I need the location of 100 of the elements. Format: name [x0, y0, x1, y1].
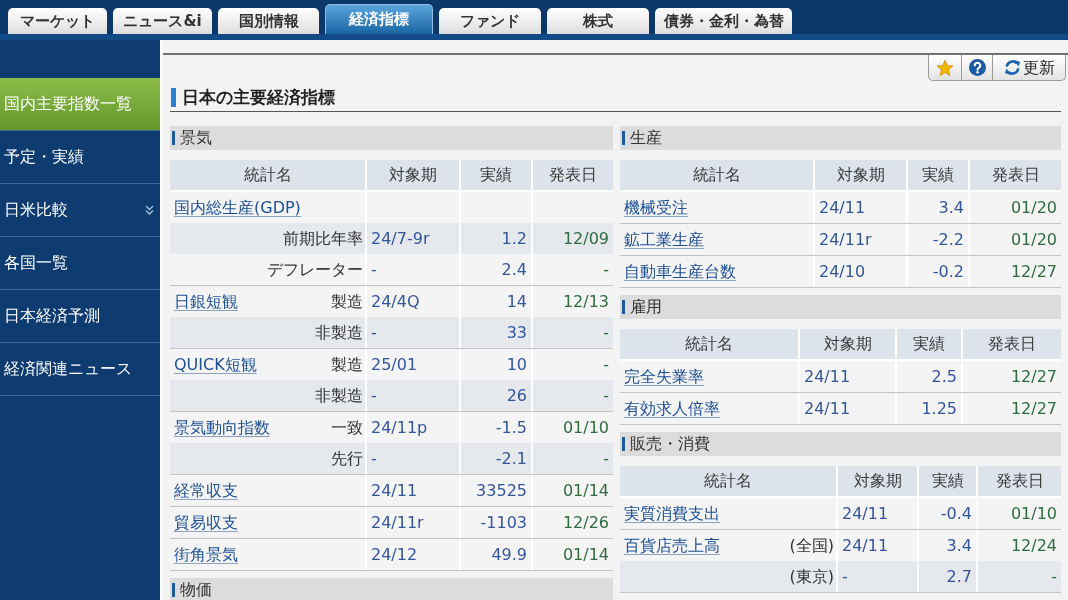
star-icon [937, 59, 953, 76]
section-title: 生産 [630, 129, 662, 147]
actual-value: 2.5 [931, 365, 957, 388]
release-date: - [603, 384, 609, 407]
column-header: 実績 [908, 160, 970, 190]
period-value: 24/7-9r [371, 227, 430, 250]
row-label: (東京) [789, 565, 834, 588]
stat-link[interactable]: 実質消費支出 [624, 501, 720, 526]
stat-link[interactable]: 貿易収支 [174, 510, 238, 535]
column-header: 実績 [919, 466, 978, 496]
release-date: 12/27 [1010, 397, 1057, 420]
actual-value: 33 [506, 321, 527, 344]
actual-value: 33525 [476, 479, 527, 502]
release-date: 01/14 [562, 543, 609, 566]
row-label: (全国) [789, 534, 834, 557]
period-value: - [371, 447, 377, 470]
release-date: - [603, 258, 609, 281]
release-date: 12/13 [562, 290, 609, 313]
actual-value: -0.2 [932, 260, 964, 283]
tab[interactable]: マーケット [8, 8, 107, 34]
stat-link[interactable]: QUICK短観 [174, 352, 257, 377]
period-value: 24/11 [371, 479, 418, 502]
stat-link[interactable]: 景気動向指数 [174, 415, 270, 440]
tab[interactable]: 株式 [547, 8, 649, 34]
row-label: デフレーター [267, 258, 363, 281]
period-value: 24/11p [371, 416, 428, 439]
period-value: 24/11r [371, 511, 424, 534]
actual-value: 26 [506, 384, 527, 407]
stat-link[interactable]: 鉱工業生産 [624, 227, 704, 252]
release-date: 01/20 [1010, 228, 1057, 251]
column-header: 実績 [897, 329, 963, 359]
actual-value: -1103 [480, 511, 527, 534]
tab[interactable]: ニュース&i [113, 8, 212, 34]
actual-value: 1.2 [501, 227, 527, 250]
section-title: 景気 [180, 129, 212, 147]
period-value: 24/10 [819, 260, 866, 283]
stat-link[interactable]: 完全失業率 [624, 364, 704, 389]
release-date: - [603, 321, 609, 344]
stat-link[interactable]: 機械受注 [624, 195, 688, 220]
release-date: 12/24 [1010, 534, 1057, 557]
row-label: 先行 [331, 447, 363, 470]
bar-marker-icon [172, 131, 175, 145]
column-header: 発表日 [978, 466, 1061, 496]
heading-marker-icon [171, 87, 176, 107]
column-header: 対象期 [800, 329, 897, 359]
actual-value: 3.4 [946, 534, 972, 557]
stat-link[interactable]: 街角景気 [174, 542, 238, 567]
release-date: 12/27 [1010, 365, 1057, 388]
bar-marker-icon [622, 437, 625, 451]
column-header: 発表日 [533, 160, 613, 190]
actual-value: -2.1 [495, 447, 527, 470]
row-label: 前期比年率 [283, 227, 363, 250]
release-date: 01/20 [1010, 196, 1057, 219]
bar-marker-icon [622, 300, 625, 314]
column-header: 発表日 [963, 329, 1061, 359]
tab[interactable]: 経済指標 [325, 4, 433, 34]
actual-value: 3.4 [938, 196, 964, 219]
actual-value: 49.9 [491, 543, 527, 566]
refresh-button[interactable]: 更新 [993, 55, 1065, 80]
column-header: 統計名 [170, 160, 367, 190]
stat-link[interactable]: 日銀短観 [174, 289, 238, 314]
stat-link[interactable]: 百貨店売上高 [624, 533, 720, 558]
stat-link[interactable]: 自動車生産台数 [624, 259, 736, 284]
row-label: 非製造 [315, 321, 363, 344]
actual-value: -1.5 [495, 416, 527, 439]
release-date: 12/26 [562, 511, 609, 534]
release-date: 01/14 [562, 479, 609, 502]
section-title: 販売・消費 [630, 435, 710, 453]
actual-value: 2.7 [946, 565, 972, 588]
column-header: 対象期 [815, 160, 908, 190]
stat-link[interactable]: 有効求人倍率 [624, 396, 720, 421]
release-date: 01/10 [562, 416, 609, 439]
tab[interactable]: 債券・金利・為替 [655, 8, 792, 34]
column-header: 対象期 [838, 466, 919, 496]
period-value: 24/11 [804, 397, 851, 420]
stat-link[interactable]: 国内総生産(GDP) [174, 195, 301, 220]
bar-marker-icon [172, 583, 175, 597]
row-label: 製造 [331, 353, 363, 376]
stat-link[interactable]: 経常収支 [174, 478, 238, 503]
section-title: 物価 [180, 581, 212, 599]
release-date: - [603, 447, 609, 470]
release-date: 12/27 [1010, 260, 1057, 283]
actual-value: 14 [506, 290, 527, 313]
period-value: 24/11r [819, 228, 872, 251]
period-value: - [371, 384, 377, 407]
column-header: 統計名 [620, 466, 838, 496]
tab[interactable]: 国別情報 [218, 8, 319, 34]
period-value: 24/11 [842, 502, 889, 525]
period-value: 25/01 [371, 353, 418, 376]
period-value: - [371, 321, 377, 344]
period-value: 24/11 [842, 534, 889, 557]
section-title: 雇用 [630, 298, 662, 316]
row-label: 製造 [331, 290, 363, 313]
actual-value: 10 [506, 353, 527, 376]
row-label: 一致 [331, 416, 363, 439]
row-label: 非製造 [315, 384, 363, 407]
actual-value: -0.4 [940, 502, 972, 525]
tab[interactable]: ファンド [439, 8, 541, 34]
page-title: 日本の主要経済指標 [182, 87, 335, 107]
column-header: 実績 [461, 160, 533, 190]
